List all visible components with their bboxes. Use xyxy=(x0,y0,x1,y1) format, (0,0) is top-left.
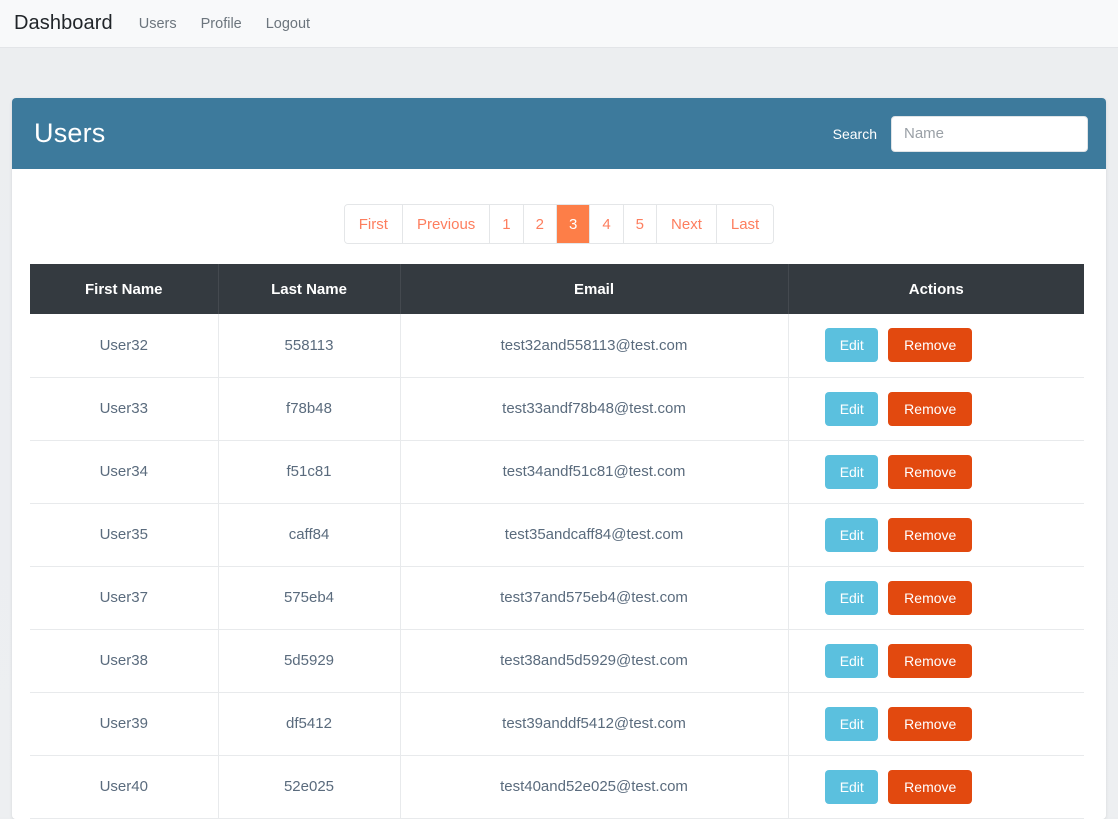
cell-last-name: f51c81 xyxy=(218,440,401,504)
cell-actions: Edit Remove xyxy=(788,566,1084,630)
edit-button[interactable]: Edit xyxy=(825,517,879,552)
pagination-page-1[interactable]: 1 xyxy=(490,205,524,243)
users-panel: Users Search First Previous 1 2 3 4 5 Ne… xyxy=(12,98,1106,819)
cell-email: test32and558113@test.com xyxy=(400,314,789,378)
cell-last-name: caff84 xyxy=(218,503,401,567)
cell-first-name: User32 xyxy=(30,314,219,378)
cell-email: test40and52e025@test.com xyxy=(400,755,789,819)
nav-link-logout[interactable]: Logout xyxy=(266,16,310,32)
page-title: Users xyxy=(34,118,106,148)
cell-first-name: User34 xyxy=(30,440,219,504)
cell-email: test39anddf5412@test.com xyxy=(400,692,789,756)
remove-button[interactable]: Remove xyxy=(888,706,973,741)
navbar-links: Users Profile Logout xyxy=(139,16,310,32)
pagination-last[interactable]: Last xyxy=(716,205,774,243)
cell-email: test38and5d5929@test.com xyxy=(400,629,789,693)
cell-actions: Edit Remove xyxy=(788,440,1084,504)
pagination-row: First Previous 1 2 3 4 5 Next Last xyxy=(12,169,1106,264)
column-header-email: Email xyxy=(400,264,789,314)
search-input[interactable] xyxy=(891,115,1088,152)
remove-button[interactable]: Remove xyxy=(888,391,973,426)
remove-button[interactable]: Remove xyxy=(888,328,973,363)
column-header-first-name: First Name xyxy=(30,264,219,314)
pagination-page-2[interactable]: 2 xyxy=(523,205,557,243)
cell-last-name: 558113 xyxy=(218,314,401,378)
edit-button[interactable]: Edit xyxy=(825,706,879,741)
edit-button[interactable]: Edit xyxy=(825,580,879,615)
cell-actions: Edit Remove xyxy=(788,692,1084,756)
table-row: User38 5d5929 test38and5d5929@test.com Edit… xyxy=(30,629,1084,693)
cell-email: test33andf78b48@test.com xyxy=(400,377,789,441)
edit-button[interactable]: Edit xyxy=(825,391,879,426)
cell-email: test37and575eb4@test.com xyxy=(400,566,789,630)
table-header-row: First Name Last Name Email Actions xyxy=(30,264,1084,314)
top-navbar: Dashboard Users Profile Logout xyxy=(0,0,1118,48)
cell-last-name: 52e025 xyxy=(218,755,401,819)
pagination-page-3[interactable]: 3 xyxy=(556,205,591,243)
nav-link-users[interactable]: Users xyxy=(139,16,177,32)
search-area: Search xyxy=(832,115,1088,152)
table-row: User34 f51c81 test34andf51c81@test.com Edit… xyxy=(30,440,1084,504)
table-head: First Name Last Name Email Actions xyxy=(30,264,1084,314)
cell-actions: Edit Remove xyxy=(788,314,1084,378)
remove-button[interactable]: Remove xyxy=(888,769,973,804)
column-header-actions: Actions xyxy=(788,264,1084,314)
cell-first-name: User38 xyxy=(30,629,219,693)
edit-button[interactable]: Edit xyxy=(825,328,879,363)
pagination-page-5[interactable]: 5 xyxy=(623,205,658,243)
cell-last-name: f78b48 xyxy=(218,377,401,441)
search-label: Search xyxy=(832,125,877,142)
nav-link-profile[interactable]: Profile xyxy=(201,16,242,32)
table-row: User33 f78b48 test33andf78b48@test.com Edit… xyxy=(30,377,1084,441)
remove-button[interactable]: Remove xyxy=(888,454,973,489)
pagination-page-4[interactable]: 4 xyxy=(590,205,624,243)
users-table: First Name Last Name Email Actions User3… xyxy=(30,264,1084,819)
cell-actions: Edit Remove xyxy=(788,377,1084,441)
remove-button[interactable]: Remove xyxy=(888,580,973,615)
table-row: User39 df5412 test39anddf5412@test.com Edit… xyxy=(30,692,1084,756)
table-row: User35 caff84 test35andcaff84@test.com Edit… xyxy=(30,503,1084,567)
pagination-previous[interactable]: Previous xyxy=(402,205,491,243)
panel-body: First Previous 1 2 3 4 5 Next Last First… xyxy=(12,169,1106,819)
pagination-first[interactable]: First xyxy=(344,205,403,243)
remove-button[interactable]: Remove xyxy=(888,517,973,552)
cell-last-name: 575eb4 xyxy=(218,566,401,630)
edit-button[interactable]: Edit xyxy=(825,454,879,489)
cell-email: test35andcaff84@test.com xyxy=(400,503,789,567)
table-row: User37 575eb4 test37and575eb4@test.com Edit… xyxy=(30,566,1084,630)
remove-button[interactable]: Remove xyxy=(888,643,973,678)
pagination: First Previous 1 2 3 4 5 Next Last xyxy=(343,204,775,244)
cell-first-name: User40 xyxy=(30,755,219,819)
table-body: User32 558113 test32and558113@test.com Edit… xyxy=(30,314,1084,819)
cell-email: test34andf51c81@test.com xyxy=(400,440,789,504)
cell-actions: Edit Remove xyxy=(788,629,1084,693)
edit-button[interactable]: Edit xyxy=(825,643,879,678)
pagination-next[interactable]: Next xyxy=(657,205,717,243)
cell-last-name: df5412 xyxy=(218,692,401,756)
table-row: User32 558113 test32and558113@test.com Edit… xyxy=(30,314,1084,378)
edit-button[interactable]: Edit xyxy=(825,769,879,804)
cell-first-name: User35 xyxy=(30,503,219,567)
cell-actions: Edit Remove xyxy=(788,503,1084,567)
cell-first-name: User33 xyxy=(30,377,219,441)
table-row: User40 52e025 test40and52e025@test.com Edit… xyxy=(30,755,1084,819)
cell-first-name: User37 xyxy=(30,566,219,630)
cell-first-name: User39 xyxy=(30,692,219,756)
cell-last-name: 5d5929 xyxy=(218,629,401,693)
navbar-brand[interactable]: Dashboard xyxy=(14,12,113,35)
column-header-last-name: Last Name xyxy=(218,264,401,314)
cell-actions: Edit Remove xyxy=(788,755,1084,819)
panel-header: Users Search xyxy=(12,98,1106,169)
